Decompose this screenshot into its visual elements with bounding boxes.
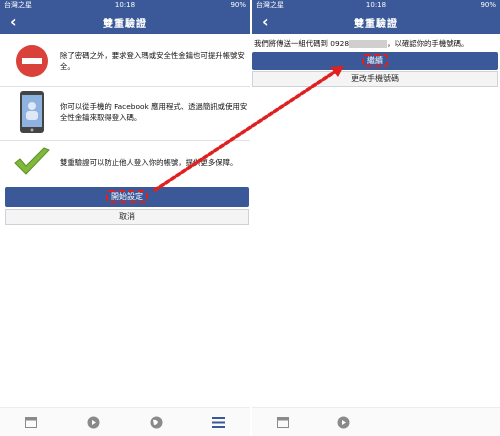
nav-bar: ‹ 雙重驗證 bbox=[252, 10, 500, 34]
info-text-phone: 你可以從手機的 Facebook 應用程式、透過簡訊或使用安全性金鑰來取得登入碼… bbox=[60, 102, 248, 122]
clock: 10:18 bbox=[114, 1, 136, 9]
battery-label: 90% bbox=[480, 1, 496, 9]
start-setup-button[interactable]: 開始設定 bbox=[5, 187, 249, 207]
right-phone-screen: 台灣之星 10:18 90% ‹ 雙重驗證 我們將傳送一組代碼到 0928 ，以確… bbox=[252, 0, 500, 436]
window-icon[interactable] bbox=[276, 415, 290, 429]
page-title: 雙重驗證 bbox=[103, 18, 147, 30]
window-icon[interactable] bbox=[24, 415, 38, 429]
verification-message: 我們將傳送一組代碼到 0928 ，以確認你的手機號碼。 bbox=[254, 38, 498, 49]
left-phone-screen: 台灣之星 10:18 90% ‹ 雙重驗證 除了密碼之外，要求登入瑪或安全性金鑰… bbox=[0, 0, 250, 436]
battery-label: 90% bbox=[230, 1, 247, 9]
message-prefix: 我們將傳送一組代碼到 0928 bbox=[254, 39, 350, 48]
globe-icon[interactable] bbox=[149, 415, 163, 429]
info-text-security: 除了密碼之外，要求登入瑪或安全性金鑰也可提升帳號安全。 bbox=[60, 51, 245, 71]
change-phone-label: 更改手機號碼 bbox=[351, 74, 399, 83]
no-entry-icon bbox=[16, 45, 48, 77]
chevron-left-icon[interactable]: ‹ bbox=[262, 13, 269, 31]
play-icon[interactable] bbox=[336, 415, 350, 429]
start-setup-label: 開始設定 bbox=[106, 190, 148, 203]
message-suffix: ，以確認你的手機號碼。 bbox=[387, 39, 469, 48]
divider bbox=[0, 140, 250, 141]
continue-label: 繼續 bbox=[362, 54, 388, 67]
redacted-phone-digits bbox=[349, 40, 388, 48]
status-bar: 台灣之星 10:18 90% bbox=[0, 0, 250, 10]
info-row-protect: 雙重驗證可以防止他人登入你的帳號，提供更多保障。 bbox=[0, 142, 250, 182]
info-text-protect: 雙重驗證可以防止他人登入你的帳號，提供更多保障。 bbox=[60, 157, 238, 167]
phone-icon bbox=[20, 91, 44, 133]
checkmark-icon bbox=[14, 147, 50, 175]
chevron-left-icon[interactable]: ‹ bbox=[10, 13, 17, 31]
info-row-phone: 你可以從手機的 Facebook 應用程式、透過簡訊或使用安全性金鑰來取得登入碼… bbox=[0, 88, 250, 136]
nav-bar: ‹ 雙重驗證 bbox=[0, 10, 250, 34]
tab-bar bbox=[0, 407, 250, 436]
menu-icon[interactable] bbox=[212, 415, 226, 429]
continue-button[interactable]: 繼續 bbox=[252, 52, 498, 70]
cancel-label: 取消 bbox=[119, 212, 135, 221]
carrier-label: 台灣之星 bbox=[256, 1, 284, 9]
carrier-label: 台灣之星 bbox=[4, 1, 32, 9]
play-icon[interactable] bbox=[87, 415, 101, 429]
status-bar: 台灣之星 10:18 90% bbox=[252, 0, 500, 10]
divider bbox=[0, 86, 250, 87]
info-row-security: 除了密碼之外，要求登入瑪或安全性金鑰也可提升帳號安全。 bbox=[0, 38, 250, 84]
cancel-button[interactable]: 取消 bbox=[5, 209, 249, 225]
clock: 10:18 bbox=[365, 1, 387, 9]
page-title: 雙重驗證 bbox=[354, 18, 398, 30]
change-phone-button[interactable]: 更改手機號碼 bbox=[252, 71, 498, 87]
tab-bar bbox=[252, 407, 500, 436]
